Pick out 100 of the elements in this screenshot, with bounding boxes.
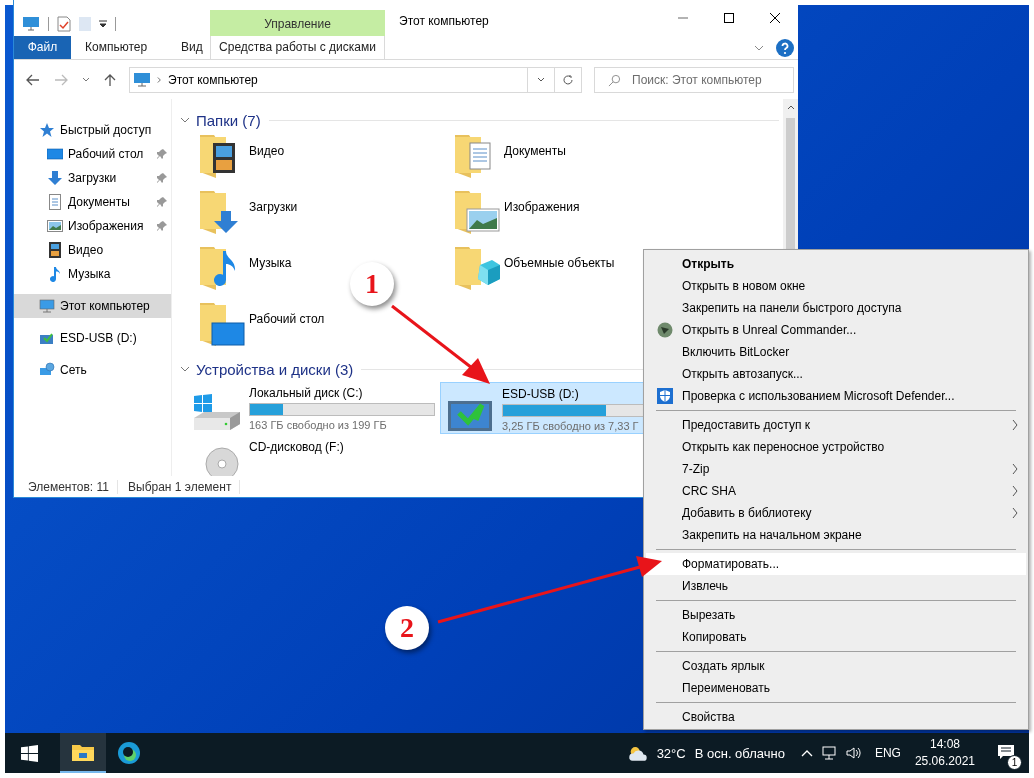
folder-name[interactable]: Объемные объекты	[504, 243, 615, 271]
chevron-down-icon[interactable]	[82, 77, 90, 83]
back-arrow-icon[interactable]	[26, 73, 40, 86]
window-title: Этот компьютер	[398, 13, 489, 28]
pin-icon[interactable]	[157, 149, 167, 160]
menu-item[interactable]: Открыть автозапуск...	[646, 363, 1026, 385]
navigation-item[interactable]: Документы	[14, 190, 171, 215]
minimize-icon	[678, 17, 688, 19]
folder-name[interactable]: Изображения	[504, 187, 580, 215]
folder-name[interactable]: Загрузки	[249, 187, 298, 215]
drive-name: ESD-USB (D:)	[502, 387, 579, 402]
temperature-text: 32°C	[656, 745, 686, 761]
menu-item[interactable]: 7-Zip	[646, 458, 1026, 480]
shield-icon	[657, 388, 673, 404]
up-arrow-icon[interactable]	[104, 72, 116, 87]
folder-name[interactable]: Документы	[504, 131, 566, 159]
clock-time[interactable]: 14:08	[929, 736, 960, 753]
menu-item[interactable]: Добавить в библиотеку	[646, 502, 1026, 524]
menu-item[interactable]: Включить BitLocker	[646, 341, 1026, 363]
menu-item[interactable]: Извлечь	[646, 575, 1026, 597]
menu-item[interactable]: Открыть в новом окне	[646, 275, 1026, 297]
cloud-sun-icon[interactable]	[626, 744, 649, 762]
navigation-item[interactable]: Видео	[14, 238, 171, 263]
landscape-picture-icon	[47, 218, 63, 235]
folder-app-button[interactable]	[60, 733, 106, 773]
computer-icon[interactable]	[22, 16, 40, 32]
drive-name: CD-дисковод (F:)	[249, 440, 344, 455]
help-icon[interactable]	[776, 38, 794, 57]
menu-item[interactable]: Открыть как переносное устройство	[646, 436, 1026, 458]
menu-item[interactable]: Открыть	[646, 253, 1026, 275]
ribbon-tab[interactable]: Компьютер	[71, 36, 167, 59]
computer-icon	[133, 71, 151, 88]
menu-item[interactable]: Копировать	[646, 626, 1026, 648]
maximize-icon	[724, 13, 734, 23]
search-field[interactable]: Поиск: Этот компьютер	[594, 66, 794, 93]
navigation-item[interactable]: Музыка	[14, 262, 171, 287]
address-bar[interactable]: Этот компьютер	[129, 66, 582, 93]
section-heading[interactable]: Папки (7)	[196, 111, 261, 129]
folder-name[interactable]: Рабочий стол	[249, 299, 325, 327]
navigation-item[interactable]: Загрузки	[14, 166, 171, 191]
notification-count-badge: 1	[1007, 754, 1022, 770]
computer-icon	[39, 298, 55, 315]
menu-item[interactable]: Вырезать	[646, 604, 1026, 626]
drive-name: Локальный диск (C:)	[249, 386, 363, 401]
ribbon-tab[interactable]: Вид	[167, 36, 210, 59]
drive-tile[interactable]: Локальный диск (C:) 163 ГБ свободно из 199 ГБ	[188, 382, 440, 435]
round-app-icon	[657, 322, 673, 338]
close-icon	[770, 13, 780, 23]
context-tab-group-label: Управление	[210, 10, 385, 36]
menu-item[interactable]: CRC SHA	[646, 480, 1026, 502]
windows-start-icon[interactable]	[21, 744, 38, 762]
menu-item[interactable]: Свойства	[646, 706, 1026, 728]
chevron-up-icon[interactable]	[786, 105, 795, 111]
drive-tile[interactable]: CD-дисковод (F:)	[188, 436, 440, 477]
network-icon[interactable]	[820, 745, 837, 761]
menu-item[interactable]: Переименовать	[646, 677, 1026, 699]
search-icon	[608, 73, 621, 87]
film-strip-icon	[47, 242, 63, 259]
navigation-item[interactable]: Рабочий стол	[14, 142, 171, 167]
ribbon-tab[interactable]: Средства работы с дисками	[210, 36, 385, 59]
pin-icon[interactable]	[157, 221, 167, 232]
ribbon-tab[interactable]: Файл	[14, 36, 71, 59]
drive-free-space: 163 ГБ свободно из 199 ГБ	[249, 419, 387, 432]
navigation-item[interactable]: Этот компьютер	[14, 294, 171, 319]
drive-free-space: 3,25 ГБ свободно из 7,33 Г	[502, 420, 639, 433]
chevron-right-icon	[157, 75, 162, 84]
speaker-icon[interactable]	[844, 745, 863, 761]
document-icon	[47, 194, 63, 211]
menu-item[interactable]: Закрепить на панели быстрого доступа	[646, 297, 1026, 319]
clock-date[interactable]: 25.06.2021	[914, 753, 975, 770]
navigation-item[interactable]: Сеть	[14, 358, 171, 383]
properties-check-icon[interactable]	[57, 16, 71, 32]
monitor-icon	[47, 146, 63, 163]
folder-icon	[71, 742, 95, 762]
navigation-item[interactable]: ESD-USB (D:)	[14, 326, 171, 351]
status-text: Выбран 1 элемент	[128, 479, 241, 494]
navigation-item[interactable]: Быстрый доступ	[14, 118, 171, 143]
caret-up-icon[interactable]	[800, 749, 813, 757]
chevron-down-icon	[537, 77, 545, 83]
pin-icon[interactable]	[157, 197, 167, 208]
down-arrow-icon	[47, 170, 63, 187]
menu-item[interactable]: Открыть в Unreal Commander...	[646, 319, 1026, 341]
folder-name[interactable]: Музыка	[249, 243, 292, 271]
dropdown-icon[interactable]	[99, 20, 107, 28]
notification-icon[interactable]	[997, 743, 1015, 760]
refresh-icon	[562, 73, 574, 86]
menu-item[interactable]: Закрепить на начальном экране	[646, 524, 1026, 546]
status-text: Элементов: 11	[28, 479, 118, 494]
star-icon	[39, 122, 55, 139]
folder-name[interactable]: Видео	[249, 131, 285, 159]
browser-logo-icon	[117, 741, 141, 765]
section-heading[interactable]: Устройства и диски (3)	[196, 360, 354, 378]
language-indicator[interactable]: ENG	[874, 746, 901, 760]
weather-condition-text: В осн. облачно	[694, 745, 785, 761]
chevron-down-icon[interactable]	[754, 44, 764, 51]
pin-icon[interactable]	[157, 173, 167, 184]
menu-item[interactable]: Форматировать...	[646, 553, 1026, 575]
navigation-item[interactable]: Изображения	[14, 214, 171, 239]
music-note-icon	[47, 266, 63, 283]
menu-item[interactable]: Создать ярлык	[646, 655, 1026, 677]
